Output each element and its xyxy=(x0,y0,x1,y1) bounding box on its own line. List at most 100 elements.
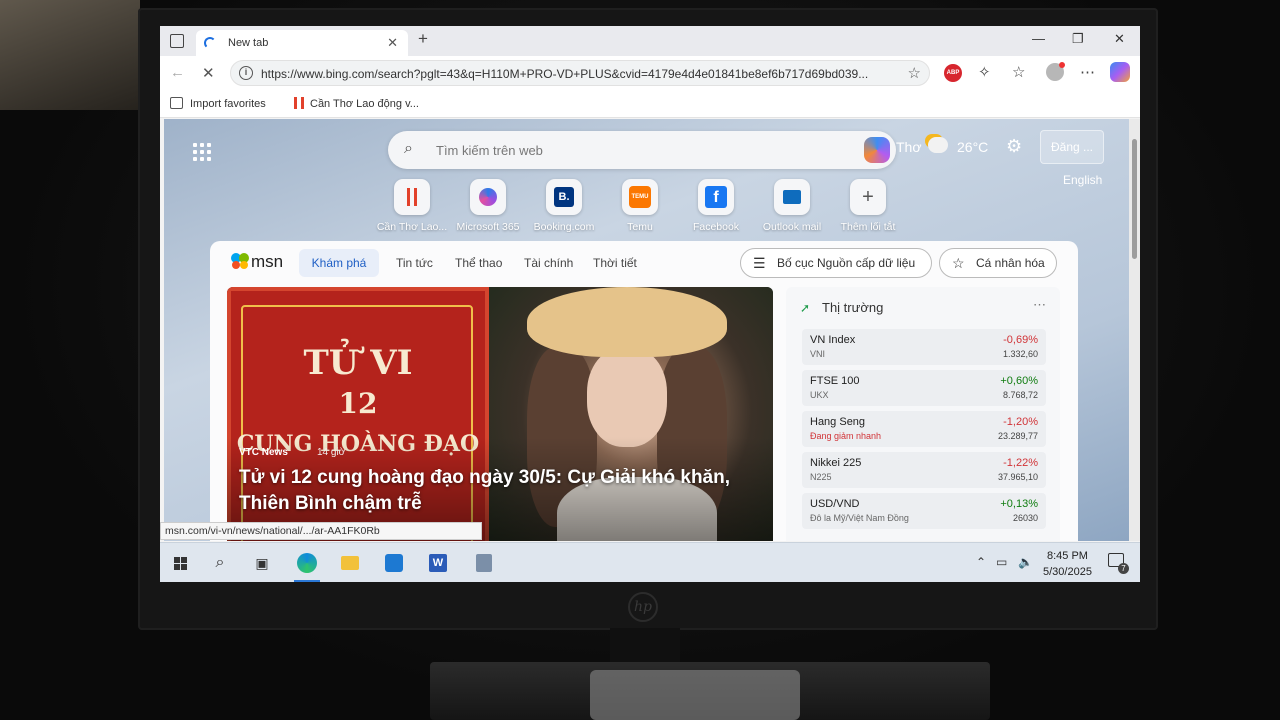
windows-start-icon[interactable] xyxy=(168,551,192,575)
tab-tin-tuc[interactable]: Tin tức xyxy=(396,256,433,270)
close-tab-icon[interactable]: ✕ xyxy=(387,35,398,51)
screen: New tab ✕ + — ❐ ✕ ← ✕ i https://www.bing… xyxy=(160,26,1140,582)
msn-butterfly-icon xyxy=(231,253,249,269)
search-icon[interactable]: ⌕ xyxy=(208,551,232,575)
market-subtitle: N225 xyxy=(810,472,832,482)
market-row[interactable]: USD/VND Đô la Mỹ/Việt Nam Đồng +0,13% 26030 xyxy=(802,493,1046,529)
market-row[interactable]: Nikkei 225 N225 -1,22% 37.965,10 xyxy=(802,452,1046,488)
language-link[interactable]: English xyxy=(1063,173,1102,187)
clock-time[interactable]: 8:45 PM xyxy=(1047,550,1088,562)
tab-title: New tab xyxy=(228,37,269,49)
stop-loading-icon[interactable]: ✕ xyxy=(202,64,215,82)
favorite-star-icon[interactable]: ☆ xyxy=(908,64,921,82)
hero-time: 14 giờ xyxy=(317,447,346,458)
task-view-icon[interactable]: ▣ xyxy=(250,551,274,575)
hp-logo: hp xyxy=(628,592,658,622)
scrollbar-thumb[interactable] xyxy=(1132,139,1137,259)
tab-actions-icon[interactable] xyxy=(170,34,184,48)
shortcut-facebook[interactable]: f Facebook xyxy=(676,179,756,233)
signin-button[interactable]: Đăng ... xyxy=(1040,130,1104,164)
tab-the-thao[interactable]: Thể thao xyxy=(455,256,502,270)
adblock-icon[interactable]: ABP xyxy=(944,64,962,82)
outlook-icon xyxy=(774,179,810,215)
search-box[interactable]: ⌕ Tìm kiếm trên web xyxy=(388,131,896,169)
market-subtitle: Đô la Mỹ/Việt Nam Đồng xyxy=(810,513,909,523)
market-name: VN Index xyxy=(810,334,856,346)
lao-dong-icon xyxy=(394,179,430,215)
market-title[interactable]: Thị trường xyxy=(822,300,883,315)
edge-icon[interactable] xyxy=(295,551,319,575)
tab-new-tab[interactable]: New tab ✕ xyxy=(196,30,408,56)
more-menu-icon[interactable]: ⋯ xyxy=(1080,63,1095,81)
word-icon[interactable]: W xyxy=(426,551,450,575)
sliders-icon: ☰ xyxy=(753,255,766,271)
file-explorer-icon[interactable] xyxy=(338,551,362,575)
market-row[interactable]: Hang Seng Đang giảm nhanh -1,20% 23.289,77 xyxy=(802,411,1046,447)
settings-icon[interactable]: ⚙ xyxy=(1006,136,1022,157)
close-window-icon[interactable]: ✕ xyxy=(1114,31,1125,47)
extensions-icon[interactable]: ✧ xyxy=(978,63,991,81)
market-row[interactable]: FTSE 100 UKX +0,60% 8.768,72 xyxy=(802,370,1046,406)
store-icon[interactable] xyxy=(382,551,406,575)
card-line-1: TỬ VI xyxy=(303,343,413,383)
apps-launcher-icon[interactable] xyxy=(193,143,211,161)
back-icon[interactable]: ← xyxy=(170,64,185,81)
minimize-icon[interactable]: — xyxy=(1032,31,1045,46)
address-bar: ← ✕ i https://www.bing.com/search?pglt=4… xyxy=(160,56,1140,90)
shortcut-booking[interactable]: B. Booking.com xyxy=(524,179,604,233)
market-row[interactable]: VN Index VNI -0,69% 1.332,60 xyxy=(802,329,1046,365)
active-app-indicator xyxy=(294,580,320,582)
copilot-search-icon[interactable] xyxy=(864,137,890,163)
shortcut-label: Booking.com xyxy=(533,221,595,233)
personalize-button[interactable]: ☆ Cá nhân hóa xyxy=(939,248,1057,278)
network-icon[interactable]: ▭ xyxy=(996,555,1007,569)
sparkle-star-icon: ☆ xyxy=(952,255,965,271)
hero-headline[interactable]: Tử vi 12 cung hoàng đạo ngày 30/5: Cự Gi… xyxy=(239,465,739,517)
market-name: FTSE 100 xyxy=(810,375,860,387)
tab-kham-pha[interactable]: Khám phá xyxy=(299,249,379,277)
more-options-icon[interactable]: ⋯ xyxy=(1033,297,1046,313)
weather-temp[interactable]: 26°C xyxy=(957,139,988,155)
new-tab-page: ⌕ Tìm kiếm trên web Thơ 26°C ⚙ Đăng ... … xyxy=(164,119,1129,541)
tab-bar: New tab ✕ + — ❐ ✕ xyxy=(160,26,1140,56)
shortcut-add[interactable]: + Thêm lối tắt xyxy=(828,179,908,233)
shortcut-label: Outlook mail xyxy=(762,221,822,233)
wall xyxy=(0,0,140,110)
market-value: 26030 xyxy=(1012,513,1038,523)
fav-import[interactable]: Import favorites xyxy=(190,98,266,110)
site-info-icon[interactable]: i xyxy=(239,66,253,80)
market-name: Nikkei 225 xyxy=(810,457,862,469)
clock-date[interactable]: 5/30/2025 xyxy=(1043,566,1092,578)
favorites-bar: Import favorites Cần Thơ Lao động v... xyxy=(160,90,1140,118)
hero-story[interactable]: TỬ VI 12 CUNG HOÀNG ĐẠO VTC News 14 giờ … xyxy=(227,287,773,541)
shortcut-can-tho[interactable]: Cần Thơ Lao... xyxy=(372,179,452,233)
search-icon: ⌕ xyxy=(404,140,413,157)
favorites-icon[interactable]: ☆ xyxy=(1012,63,1025,81)
app-icon[interactable] xyxy=(472,551,496,575)
desk-item xyxy=(590,670,800,720)
chevron-up-icon[interactable]: ⌃ xyxy=(976,555,986,569)
shortcut-label: Facebook xyxy=(692,221,740,233)
market-change: +0,13% xyxy=(1000,498,1038,510)
shortcut-temu[interactable]: TEMU Temu xyxy=(600,179,680,233)
scrollbar[interactable] xyxy=(1129,119,1140,541)
market-value: 23.289,77 xyxy=(997,431,1038,441)
tab-thoi-tiet[interactable]: Thời tiết xyxy=(593,256,637,270)
shortcut-m365[interactable]: Microsoft 365 xyxy=(448,179,528,233)
new-tab-button[interactable]: + xyxy=(418,29,428,49)
msn-logo[interactable]: msn xyxy=(251,252,283,272)
temu-icon: TEMU xyxy=(622,179,658,215)
shortcut-outlook[interactable]: Outlook mail xyxy=(752,179,832,233)
hero-source: VTC News xyxy=(239,447,288,458)
feed-layout-button[interactable]: ☰ Bố cục Nguồn cấp dữ liệu xyxy=(740,248,932,278)
market-subtitle: UKX xyxy=(810,390,829,400)
tab-tai-chinh[interactable]: Tài chính xyxy=(524,256,573,270)
restore-icon[interactable]: ❐ xyxy=(1072,31,1084,47)
fav-can-tho[interactable]: Cần Thơ Lao động v... xyxy=(310,98,419,110)
market-widget: ➚ Thị trường ⋯ VN Index VNI -0,69% 1.332,60… xyxy=(786,287,1060,541)
copilot-icon[interactable] xyxy=(1110,62,1130,82)
weather-city[interactable]: Thơ xyxy=(896,139,922,155)
url-field[interactable]: i https://www.bing.com/search?pglt=43&q=… xyxy=(230,60,930,86)
market-change: -1,22% xyxy=(1003,457,1038,469)
volume-muted-icon[interactable]: 🔈 xyxy=(1018,555,1033,569)
